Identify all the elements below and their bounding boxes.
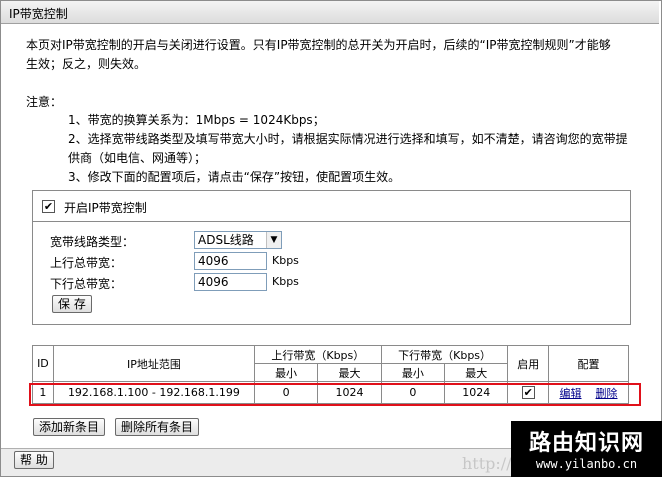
add-entry-button[interactable]: 添加新条目 [33,418,106,436]
note-item: 供商（如电信、网通等）； [68,151,207,165]
column-header-id: ID [32,345,54,382]
column-header-upload: 上行带宽（Kbps） [253,345,382,364]
note-item: 1、带宽的换算关系为：1Mbps = 1024Kbps； [68,113,325,127]
column-header-config: 配置 [548,345,629,382]
intro-line-1: 本页对IP带宽控制的开启与关闭进行设置。只有IP带宽控制的总开关为开启时，后续的… [26,38,611,52]
upload-total-label: 上行总带宽： [50,256,123,270]
watermark-site: www.yilanbo.cn [535,457,638,471]
notes-list: 1、带宽的换算关系为：1Mbps = 1024Kbps； 2、选择宽带线路类型及… [68,111,628,187]
enable-bandwidth-checkbox[interactable]: ✔ [42,200,55,213]
line-type-select[interactable]: ADSL线路 ▼ [194,231,282,249]
help-button[interactable]: 帮 助 [14,451,54,469]
delete-all-button[interactable]: 删除所有条目 [115,418,200,436]
download-total-label: 下行总带宽： [50,277,123,291]
upload-unit: Kbps [272,254,299,267]
intro-line-2: 生效；反之，则失效。 [26,57,147,71]
column-header-up-min: 最小 [253,363,319,382]
watermark-logo: 路由知识网 www.yilanbo.cn [511,421,662,477]
save-button[interactable]: 保 存 [52,295,92,313]
intro-text: 本页对IP带宽控制的开启与关闭进行设置。只有IP带宽控制的总开关为开启时，后续的… [26,36,636,74]
bandwidth-settings-panel: ✔ 开启IP带宽控制 宽带线路类型： ADSL线路 ▼ 上行总带宽： 4096 … [32,190,631,325]
panel-divider [33,221,630,222]
column-header-up-max: 最大 [317,363,382,382]
column-header-down-max: 最大 [443,363,509,382]
note-item: 2、选择宽带线路类型及填写带宽大小时，请根据实际情况进行选择和填写，如不清楚，请… [68,132,628,146]
watermark-url: http:// [462,454,512,473]
download-unit: Kbps [272,275,299,288]
page-header: IP带宽控制 [1,1,659,24]
column-header-enable: 启用 [507,345,550,382]
column-header-download: 下行带宽（Kbps） [380,345,509,364]
line-type-label: 宽带线路类型： [50,235,135,249]
highlight-box [29,383,641,406]
note-item: 3、修改下面的配置项后，请点击“保存”按钮，使配置项生效。 [68,170,401,184]
line-type-value: ADSL线路 [198,233,254,247]
column-header-ip-range: IP地址范围 [52,345,255,382]
watermark-title: 路由知识网 [528,431,644,456]
column-header-down-min: 最小 [380,363,445,382]
notes-title: 注意： [26,95,63,109]
page-title: IP带宽控制 [9,7,68,21]
enable-bandwidth-label: 开启IP带宽控制 [64,201,147,215]
download-total-input[interactable]: 4096 [194,273,267,291]
upload-total-input[interactable]: 4096 [194,252,267,270]
chevron-down-icon[interactable]: ▼ [266,232,281,248]
